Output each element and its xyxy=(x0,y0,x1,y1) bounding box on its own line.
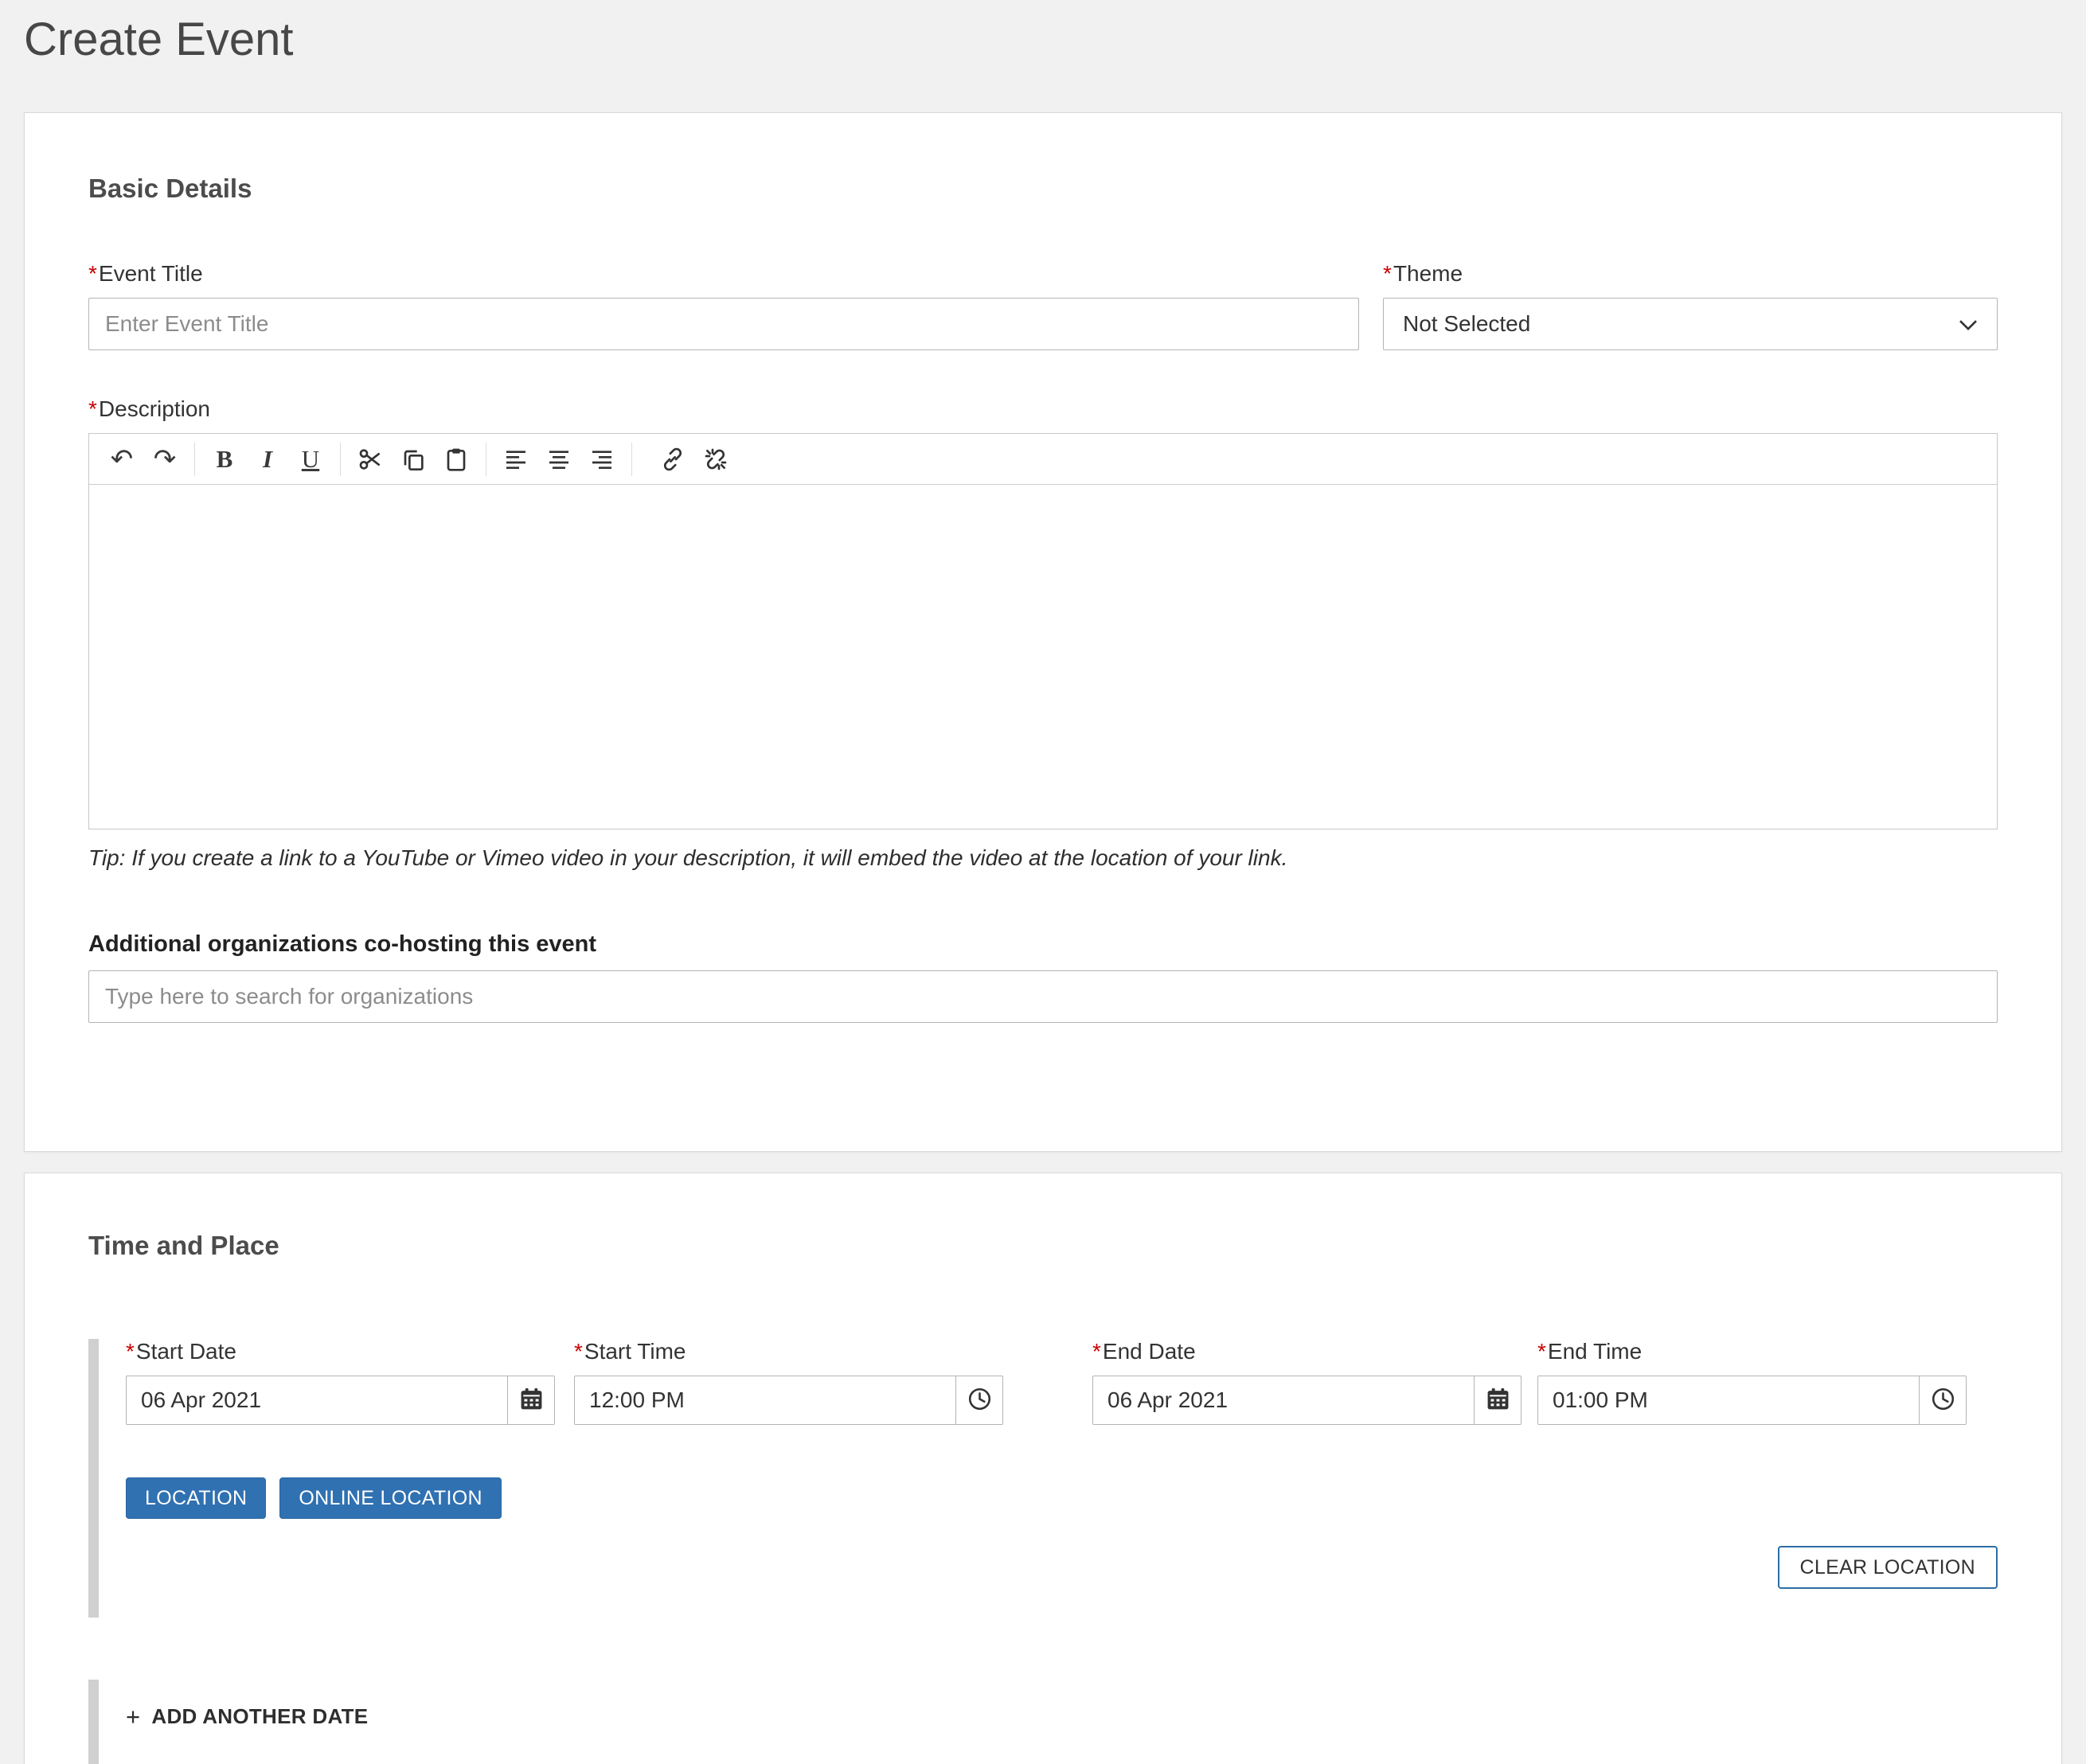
theme-select[interactable]: Not Selected xyxy=(1383,298,1998,350)
event-title-field-group: *Event Title xyxy=(88,261,1359,350)
clear-location-row: CLEAR LOCATION xyxy=(126,1546,1998,1589)
cut-icon[interactable] xyxy=(353,440,388,478)
description-tip: Tip: If you create a link to a YouTube o… xyxy=(88,845,1998,871)
event-title-label: *Event Title xyxy=(88,261,1359,287)
toolbar-divider xyxy=(340,443,341,476)
plus-icon: + xyxy=(126,1704,140,1729)
start-date-calendar-button[interactable] xyxy=(507,1376,555,1425)
clear-location-button[interactable]: CLEAR LOCATION xyxy=(1778,1546,1998,1589)
redo-icon[interactable]: ↷ xyxy=(147,440,182,478)
end-time-label: *End Time xyxy=(1537,1339,1967,1364)
cohost-label: Additional organizations co-hosting this… xyxy=(88,931,1998,958)
description-field-group: *Description ↶ ↷ B I U xyxy=(88,396,1998,871)
start-time-input-group xyxy=(574,1376,1003,1425)
undo-icon[interactable]: ↶ xyxy=(104,440,139,478)
required-asterisk: * xyxy=(1092,1339,1101,1364)
start-date-field-group: *Start Date xyxy=(126,1339,555,1425)
clock-icon xyxy=(1931,1387,1955,1414)
start-date-input[interactable] xyxy=(126,1376,508,1425)
event-title-input[interactable] xyxy=(88,298,1359,350)
align-left-icon[interactable] xyxy=(498,440,533,478)
start-time-field-group: *Start Time xyxy=(574,1339,1003,1425)
chevron-down-icon xyxy=(1959,311,1978,337)
calendar-icon xyxy=(519,1387,544,1414)
add-another-date-button[interactable]: + ADD ANOTHER DATE xyxy=(126,1699,368,1734)
start-time-input[interactable] xyxy=(574,1376,956,1425)
bold-icon[interactable]: B xyxy=(207,440,242,478)
add-another-date-label: ADD ANOTHER DATE xyxy=(151,1704,368,1729)
cohost-search-input[interactable] xyxy=(88,970,1998,1023)
description-editor: ↶ ↷ B I U xyxy=(88,433,1998,829)
toolbar-divider xyxy=(631,443,632,476)
add-another-date-block: + ADD ANOTHER DATE xyxy=(88,1680,1998,1764)
end-time-clock-button[interactable] xyxy=(1919,1376,1967,1425)
unlink-icon[interactable] xyxy=(698,440,733,478)
start-time-label: *Start Time xyxy=(574,1339,1003,1364)
clock-icon xyxy=(967,1387,992,1414)
theme-selected-value: Not Selected xyxy=(1403,311,1530,337)
online-location-button[interactable]: ONLINE LOCATION xyxy=(279,1477,501,1519)
link-icon[interactable] xyxy=(655,440,690,478)
description-editor-content[interactable] xyxy=(89,485,1997,829)
required-asterisk: * xyxy=(574,1339,583,1364)
location-button[interactable]: LOCATION xyxy=(126,1477,266,1519)
time-and-place-card: Time and Place *Start Date *Start Time xyxy=(24,1173,2062,1764)
end-date-input[interactable] xyxy=(1092,1376,1475,1425)
end-time-input[interactable] xyxy=(1537,1376,1920,1425)
copy-icon[interactable] xyxy=(396,440,431,478)
datetime-row: *Start Date *Start Time *End Date xyxy=(126,1339,1998,1425)
basic-details-heading: Basic Details xyxy=(88,174,1998,204)
end-time-field-group: *End Time xyxy=(1537,1339,1967,1425)
end-date-calendar-button[interactable] xyxy=(1474,1376,1522,1425)
required-asterisk: * xyxy=(1537,1339,1546,1364)
end-date-field-group: *End Date xyxy=(1092,1339,1522,1425)
start-time-clock-button[interactable] xyxy=(955,1376,1003,1425)
basic-details-card: Basic Details *Event Title *Theme Not Se… xyxy=(24,112,2062,1152)
theme-label: *Theme xyxy=(1383,261,1998,287)
required-asterisk: * xyxy=(88,261,97,286)
title-theme-row: *Event Title *Theme Not Selected xyxy=(88,261,1998,350)
cohost-field-group: Additional organizations co-hosting this… xyxy=(88,931,1998,1023)
align-center-icon[interactable] xyxy=(541,440,576,478)
paste-icon[interactable] xyxy=(439,440,474,478)
required-asterisk: * xyxy=(1383,261,1392,286)
date-group-accent-bar xyxy=(88,1339,99,1618)
end-date-input-group xyxy=(1092,1376,1522,1425)
required-asterisk: * xyxy=(88,396,97,421)
description-label: *Description xyxy=(88,396,1998,422)
add-date-accent-bar xyxy=(88,1680,99,1764)
page-title: Create Event xyxy=(24,13,2086,66)
start-date-label: *Start Date xyxy=(126,1339,555,1364)
date-entry-group: *Start Date *Start Time *End Date xyxy=(88,1339,1998,1618)
time-and-place-heading: Time and Place xyxy=(88,1231,1998,1261)
toolbar-divider xyxy=(194,443,195,476)
italic-icon[interactable]: I xyxy=(250,440,285,478)
underline-icon[interactable]: U xyxy=(293,440,328,478)
date-group-content: *Start Date *Start Time *End Date xyxy=(126,1339,1998,1618)
description-editor-toolbar: ↶ ↷ B I U xyxy=(89,434,1997,485)
end-date-label: *End Date xyxy=(1092,1339,1522,1364)
calendar-icon xyxy=(1486,1387,1510,1414)
theme-field-group: *Theme Not Selected xyxy=(1383,261,1998,350)
end-time-input-group xyxy=(1537,1376,1967,1425)
start-date-input-group xyxy=(126,1376,555,1425)
align-right-icon[interactable] xyxy=(584,440,619,478)
required-asterisk: * xyxy=(126,1339,135,1364)
location-buttons-row: LOCATION ONLINE LOCATION xyxy=(126,1477,1998,1519)
